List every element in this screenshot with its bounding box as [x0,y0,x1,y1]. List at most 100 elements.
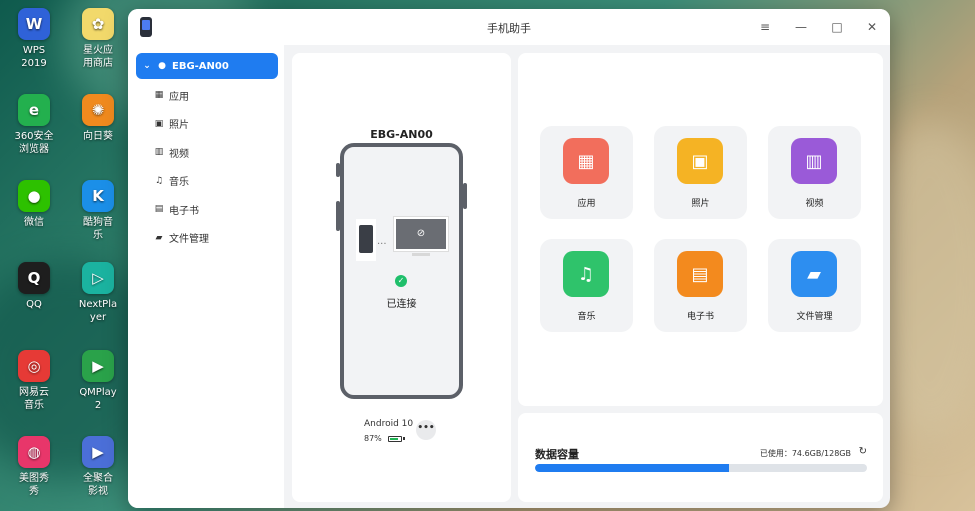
nextplayer-icon: ▷ [82,262,114,294]
desktop-icon[interactable]: ◎ 网易云 音乐 [2,350,66,412]
desktop-icon-label: NextPla yer [78,299,118,323]
sidebar-item-device[interactable]: ⌄ ● EBG-AN00 [136,53,278,79]
phone-assistant-window: 手机助手 ≡ — □ ✕ ⌄ ● EBG-AN00 ▦ 应用 ▣ 照片 ▥ 视频 ♫ 音乐 ▤ 电… [128,9,890,508]
file-manager-icon: ▰ [791,251,837,297]
desktop-icon[interactable]: ✺ 向日葵 [66,94,130,143]
desktop-icon[interactable]: ▶ QMPlay 2 [66,350,130,412]
maximize-button[interactable]: □ [828,18,846,36]
desktop-icon[interactable]: K 酷狗音 乐 [66,180,130,242]
qq-icon: Q [18,262,50,294]
desktop-icon[interactable]: e 360安全 浏览器 [2,94,66,156]
device-name: EBG-AN00 [370,128,433,141]
sidebar-item[interactable]: ▤ 电子书 [136,196,278,222]
sidebar-item-label: 音乐 [169,177,189,188]
sidebar-item-label: 文件管理 [169,234,209,245]
desktop-icon-label: 美图秀 秀 [19,473,49,497]
desktop-icon[interactable]: ◍ 美图秀 秀 [2,436,66,498]
battery-icon [387,435,402,442]
connected-check-icon: ✓ [395,275,407,287]
category-tile[interactable]: ▥ 视频 [768,126,861,219]
desktop-icon-label: QMPlay 2 [79,387,117,411]
category-label: 视频 [805,199,824,209]
sidebar-item[interactable]: ▥ 视频 [136,139,278,165]
storage-used-text: 已使用：74.6GB/128GB [759,449,851,458]
ebook-icon: ▤ [677,251,723,297]
battery-status: 87% [364,434,405,443]
sidebar: ⌄ ● EBG-AN00 ▦ 应用 ▣ 照片 ▥ 视频 ♫ 音乐 ▤ 电子书 ▰ 文件管理 [128,45,284,508]
category-tile[interactable]: ▦ 应用 [540,126,633,219]
desktop-icon-label: 微信 [24,217,44,228]
sidebar-item-icon: ▣ [154,118,164,129]
browser-icon: e [18,94,50,126]
storage-panel: 数据容量 已使用：74.6GB/128GB ↻ [518,413,883,502]
sidebar-item-label: 电子书 [169,205,199,217]
more-options-button[interactable]: ••• [416,420,436,440]
wps-icon: W [18,8,50,40]
desktop-icon-label: 网易云 音乐 [19,387,49,411]
desktop-icon[interactable]: ✿ 星火应 用商店 [66,8,130,70]
phone-mirror-icon [359,225,373,253]
android-version: Android 10 [364,419,414,429]
music-icon: ♫ [563,251,609,297]
sidebar-item[interactable]: ▰ 文件管理 [136,225,278,251]
meitu-icon: ◍ [18,436,50,468]
category-label: 应用 [577,199,596,209]
category-panel: ▦ 应用 ▣ 照片 ▥ 视频 ♫ 音乐 ▤ 电子书 ▰ 文件管理 [518,53,883,406]
sidebar-item-icon: ♫ [154,175,164,186]
qmplay-icon: ▶ [82,350,114,382]
category-tile[interactable]: ▰ 文件管理 [768,239,861,332]
video-app-icon: ▶ [82,436,114,468]
android-icon: ● [158,61,166,71]
desktop-icon-label: 360安全 浏览器 [14,131,54,155]
category-label: 文件管理 [796,312,833,322]
category-tile[interactable]: ▤ 电子书 [654,239,747,332]
storage-bar-fill [535,464,729,472]
battery-cap [402,437,405,440]
sidebar-item[interactable]: ♫ 音乐 [136,168,278,194]
chevron-down-icon: ⌄ [143,61,151,71]
sidebar-item-icon: ▰ [155,232,163,243]
screen-mirror-icon: ⊘ [393,216,449,252]
refresh-icon[interactable]: ↻ [859,446,867,457]
connecting-dots: ··· [377,239,387,250]
sunflower-icon: ✺ [82,94,114,126]
wechat-icon: ● [18,180,50,212]
sidebar-item-label: 照片 [169,120,189,131]
category-label: 照片 [691,199,710,209]
window-title: 手机助手 [487,22,531,35]
desktop-icon[interactable]: ● 微信 [2,180,66,229]
desktop-icon[interactable]: Q QQ [2,262,66,311]
storage-title: 数据容量 [535,448,579,461]
sidebar-item[interactable]: ▦ 应用 [136,82,278,108]
category-tile[interactable]: ▣ 照片 [654,126,747,219]
desktop-icon-label: 酷狗音 乐 [83,217,113,241]
desktop-icon-label: WPS 2019 [21,45,47,69]
netease-music-icon: ◎ [18,350,50,382]
battery-percent: 87% [364,434,382,443]
sidebar-item-icon: ▦ [154,90,164,100]
menu-button[interactable]: ≡ [756,18,774,36]
category-tile[interactable]: ♫ 音乐 [540,239,633,332]
sidebar-device-label: EBG-AN00 [172,60,229,72]
kugou-icon: K [82,180,114,212]
desktop-icon[interactable]: W WPS 2019 [2,8,66,70]
sidebar-item-icon: ▤ [154,204,164,214]
minimize-button[interactable]: — [792,18,810,36]
video-icon: ▥ [791,138,837,184]
storage-bar [535,464,867,472]
desktop-icon[interactable]: ▶ 全聚合 影视 [66,436,130,498]
battery-level [389,437,399,440]
desktop-icon-label: 向日葵 [83,131,113,142]
photos-icon: ▣ [677,138,723,184]
desktop-icon-label: 全聚合 影视 [83,473,113,497]
desktop-icon-label: QQ [26,299,42,310]
device-panel: EBG-AN00 ··· ⊘ ✓ 已连接 Android 10 87% ••• [292,53,511,502]
desktop-icon-label: 星火应 用商店 [83,45,113,69]
close-button[interactable]: ✕ [863,18,881,36]
app-store-icon: ✿ [82,8,114,40]
sidebar-item[interactable]: ▣ 照片 [136,111,278,137]
apps-icon: ▦ [563,138,609,184]
sidebar-item-icon: ▥ [154,147,164,157]
desktop-icon[interactable]: ▷ NextPla yer [66,262,130,324]
phone-side-button [463,183,467,209]
